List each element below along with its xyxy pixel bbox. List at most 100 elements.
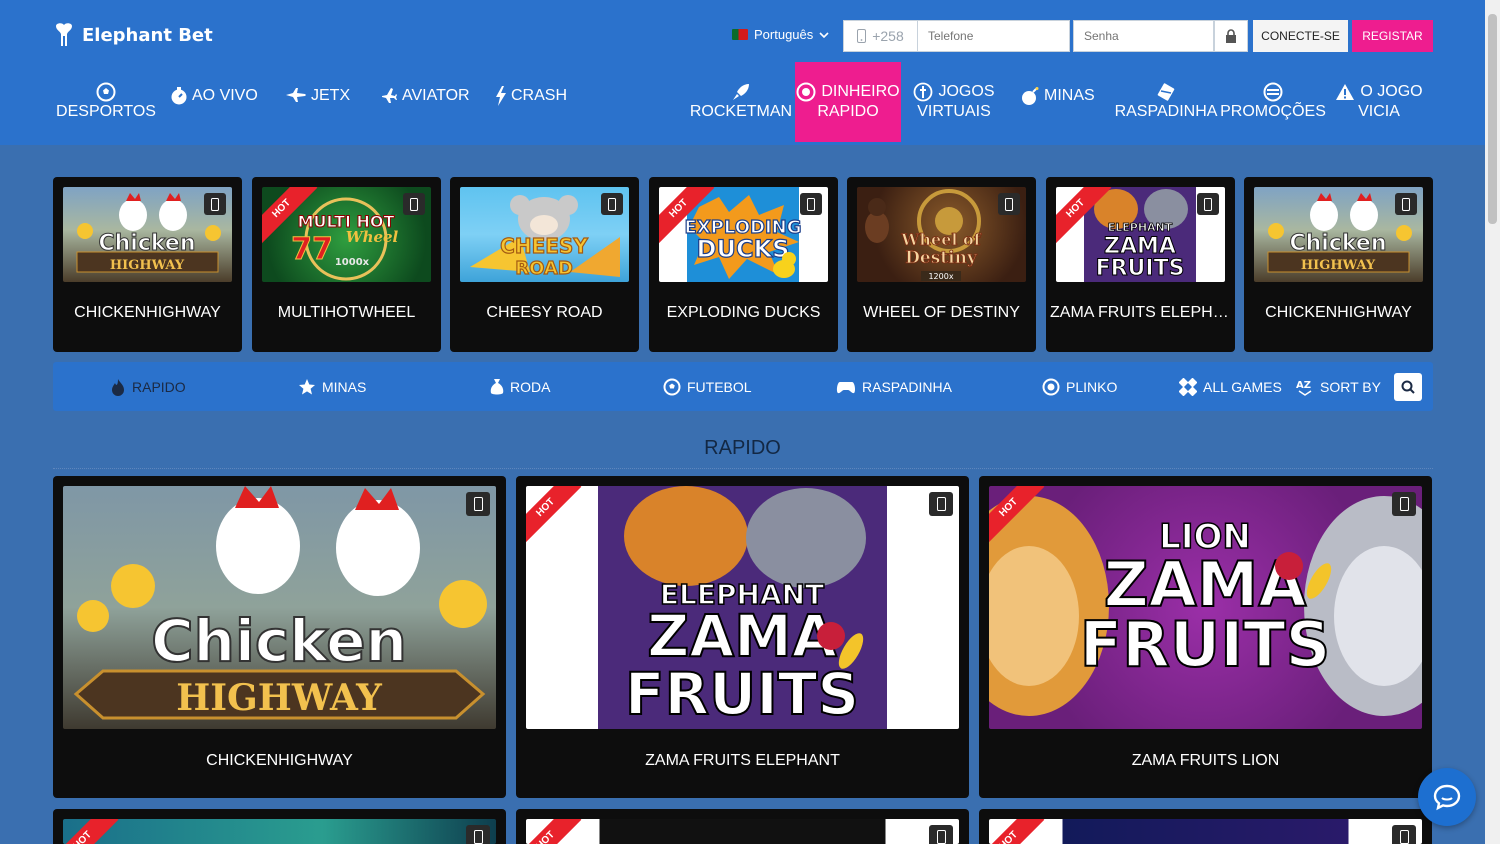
logo-text: Elephant Bet — [82, 24, 213, 46]
game-card[interactable]: HOT — [516, 809, 969, 844]
game-card[interactable]: HOT — [979, 809, 1432, 844]
scrollbar-thumb[interactable] — [1488, 14, 1497, 224]
svg-text:Wheel of: Wheel of — [900, 230, 981, 249]
nav-jetx[interactable]: JETX — [285, 62, 357, 142]
featured-game-card[interactable]: ELEPHANT ZAMA FRUITS HOT ZAMA FRUITS ELE… — [1046, 177, 1235, 352]
nav-label: CRASH — [511, 87, 568, 104]
svg-text:FRUITS: FRUITS — [1096, 256, 1185, 281]
hot-badge: HOT — [63, 819, 119, 844]
featured-game-card[interactable]: MULTI HOT Wheel 77 1000x HOT MULTIHOTWHE… — [252, 177, 441, 352]
game-title: ZAMA FRUITS ELEPHANT — [645, 752, 840, 769]
nav-raspadinha[interactable]: RASPADINHA — [1113, 62, 1219, 142]
svg-text:Chicken: Chicken — [151, 607, 407, 675]
mobile-badge-icon — [800, 193, 822, 215]
game-thumbnail: Chicken HIGHWAY — [63, 486, 496, 729]
featured-game-card[interactable]: Chicken HIGHWAY CHICKENHIGHWAY — [53, 177, 242, 352]
nav-rocketman[interactable]: ROCKETMAN — [688, 62, 794, 142]
nav-label: RASPADINHA — [1114, 103, 1218, 120]
svg-text:HIGHWAY: HIGHWAY — [110, 258, 185, 273]
nav-ao-vivo[interactable]: AO VIVO — [170, 62, 262, 142]
featured-game-card[interactable]: EXPLODING DUCKS HOT EXPLODING DUCKS — [649, 177, 838, 352]
category-futebol[interactable]: FUTEBOL — [663, 362, 752, 411]
mobile-badge-icon — [1395, 193, 1417, 215]
category-label: FUTEBOL — [687, 378, 752, 395]
search-icon — [1401, 380, 1415, 394]
star-icon — [299, 378, 315, 394]
sort-az-icon: AZ — [1296, 380, 1312, 396]
mobile-badge-icon — [1392, 825, 1416, 844]
featured-game-card[interactable]: Chicken HIGHWAY CHICKENHIGHWAY — [1244, 177, 1433, 352]
sort-by-button[interactable]: AZ SORT BY — [1296, 362, 1381, 411]
nav-o-jogo-vicia[interactable]: O JOGO VICIA — [1330, 62, 1428, 142]
category-minas[interactable]: MINAS — [298, 362, 366, 411]
plane-icon — [382, 88, 397, 103]
featured-game-card[interactable]: Wheel of Destiny 1200x WHEEL OF DESTINY — [847, 177, 1036, 352]
chat-icon — [1433, 784, 1461, 811]
svg-text:Chicken: Chicken — [1289, 231, 1386, 256]
nav-minas[interactable]: MINAS — [1020, 62, 1105, 142]
game-card[interactable]: Chicken HIGHWAY CHICKENHIGHWAY — [53, 476, 506, 798]
svg-text:FRUITS: FRUITS — [1080, 608, 1330, 681]
game-card[interactable]: HOT — [53, 809, 506, 844]
category-all-games[interactable]: ALL GAMES — [1179, 362, 1282, 411]
mobile-badge-icon — [466, 492, 490, 516]
nav-label: JETX — [311, 87, 351, 104]
nav-crash[interactable]: CRASH — [495, 62, 575, 142]
plinko-icon — [1042, 378, 1060, 395]
chat-button[interactable] — [1418, 768, 1476, 826]
section-title: RAPIDO — [704, 437, 781, 459]
svg-text:ROAD: ROAD — [515, 258, 573, 279]
mobile-badge-icon — [929, 492, 953, 516]
nav-aviator[interactable]: AVIATOR — [380, 62, 475, 142]
section-divider — [53, 468, 1433, 469]
category-plinko[interactable]: PLINKO — [1042, 362, 1117, 411]
nav-label: AVIATOR — [402, 87, 470, 104]
mobile-badge-icon — [403, 193, 425, 215]
logo[interactable]: Elephant Bet — [52, 22, 213, 48]
phone-prefix-text: +258 — [872, 28, 904, 44]
game-title: ZAMA FRUITS ELEPHANT — [1050, 304, 1231, 321]
game-thumbnail: Wheel of Destiny 1200x — [857, 187, 1026, 282]
category-label: PLINKO — [1066, 378, 1118, 395]
game-card[interactable]: ELEPHANT ZAMA FRUITS HOT ZAMA FRUITS ELE… — [516, 476, 969, 798]
password-input[interactable] — [1073, 20, 1214, 52]
category-rapido[interactable]: RAPIDO — [110, 362, 186, 411]
nav-label: RAPIDO — [817, 103, 879, 120]
featured-game-card[interactable]: CHEESY ROAD CHEESY ROAD — [450, 177, 639, 352]
category-roda[interactable]: RODA — [490, 362, 550, 411]
nav-desportos[interactable]: DESPORTOS — [56, 62, 156, 142]
mobile-badge-icon — [1392, 492, 1416, 516]
login-button[interactable]: CONECTE-SE — [1253, 20, 1348, 52]
hot-badge: HOT — [526, 819, 582, 844]
stopwatch-icon — [171, 87, 187, 105]
register-button[interactable]: REGISTAR — [1352, 20, 1433, 52]
game-title: CHICKENHIGHWAY — [74, 304, 221, 321]
category-label: RAPIDO — [132, 378, 186, 395]
svg-text:DUCKS: DUCKS — [697, 235, 790, 263]
chicken-highway-art: Chicken HIGHWAY — [73, 486, 487, 720]
game-title: MULTIHOTWHEEL — [277, 304, 416, 321]
soccer-ball-icon — [663, 378, 681, 395]
game-card[interactable]: LION ZAMA FRUITS HOT ZAMA FRUITS LION — [979, 476, 1432, 798]
game-title: CHEESY ROAD — [486, 304, 603, 321]
language-selector[interactable]: Português — [732, 27, 829, 42]
warning-icon — [1336, 84, 1355, 100]
game-title: EXPLODING DUCKS — [666, 304, 821, 321]
nav-dinheiro-rapido[interactable]: DINHEIRO RAPIDO — [795, 62, 901, 142]
nav-jogos-virtuais[interactable]: JOGOS VIRTUAIS — [905, 62, 1003, 142]
category-label: RASPADINHA — [862, 378, 952, 395]
nav-promocoes[interactable]: PROMOÇÕES — [1220, 62, 1326, 142]
game-title: CHICKENHIGHWAY — [206, 752, 353, 769]
game-title: WHEEL OF DESTINY — [863, 304, 1020, 321]
search-button[interactable] — [1394, 373, 1422, 401]
phone-input[interactable] — [917, 20, 1070, 52]
category-label: ALL GAMES — [1203, 378, 1282, 395]
jet-icon — [286, 88, 306, 102]
chevron-down-icon — [819, 31, 829, 38]
nav-label: VIRTUAIS — [917, 103, 991, 120]
svg-text:77: 77 — [291, 232, 333, 267]
category-raspadinha[interactable]: RASPADINHA — [836, 362, 952, 411]
nav-label: ROCKETMAN — [689, 103, 793, 120]
svg-text:Destiny: Destiny — [905, 248, 978, 268]
svg-text:AZ: AZ — [1296, 380, 1311, 391]
